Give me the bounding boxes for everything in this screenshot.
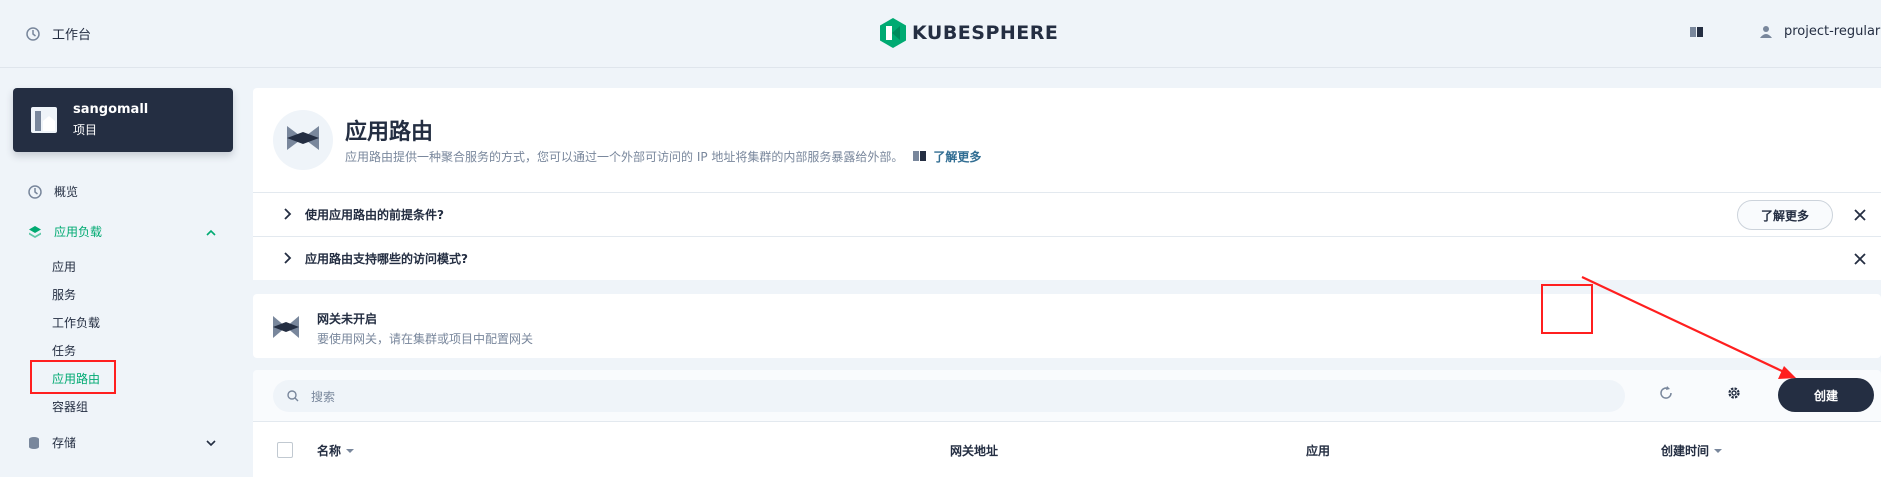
sidebar: sangomall 项目 概览 应用负载 应用 服务 工作负载 任务 应用路由 … — [0, 68, 252, 477]
column-name[interactable]: 名称 — [317, 442, 355, 459]
tip-text[interactable]: 使用应用路由的前提条件? — [305, 206, 444, 223]
sidebar-item-overview[interactable]: 概览 — [28, 183, 78, 200]
close-icon[interactable] — [1853, 208, 1867, 222]
sidebar-item-services[interactable]: 服务 — [52, 286, 76, 303]
tip-prerequisites: 使用应用路由的前提条件? 了解更多 — [253, 192, 1881, 236]
learn-more-button[interactable]: 了解更多 — [1737, 200, 1833, 230]
user-icon — [1760, 26, 1772, 38]
documentation-button[interactable] — [1690, 26, 1704, 41]
column-label: 名称 — [317, 444, 342, 458]
column-gateway-address: 网关地址 — [950, 442, 998, 459]
sidebar-item-pods[interactable]: 容器组 — [52, 398, 88, 415]
chevron-right-icon[interactable] — [283, 207, 293, 221]
page-title: 应用路由 — [345, 120, 434, 145]
learn-more-link[interactable]: 了解更多 — [913, 148, 981, 165]
create-button[interactable]: 创建 — [1778, 378, 1874, 412]
project-icon — [31, 107, 57, 133]
refresh-icon[interactable] — [1659, 386, 1673, 400]
database-icon — [29, 436, 39, 449]
close-icon[interactable] — [1853, 252, 1867, 266]
column-label: 网关地址 — [950, 444, 999, 458]
dashboard-icon — [28, 184, 42, 199]
user-menu[interactable]: project-regular — [1760, 24, 1880, 39]
column-label: 创建时间 — [1661, 444, 1710, 458]
highlight-box-create — [1541, 284, 1593, 334]
sidebar-item-jobs[interactable]: 任务 — [52, 342, 76, 359]
book-icon — [1690, 27, 1703, 37]
search-input[interactable]: 搜索 — [273, 380, 1625, 412]
gateway-notice: 网关未开启 要使用网关，请在集群或项目中配置网关 — [253, 294, 1881, 358]
search-icon — [287, 390, 299, 402]
sidebar-item-workloads[interactable]: 工作负载 — [52, 314, 100, 331]
search-placeholder: 搜索 — [311, 389, 336, 404]
select-all-checkbox[interactable] — [277, 442, 293, 458]
project-type: 项目 — [73, 123, 98, 137]
ingress-icon — [273, 110, 333, 170]
sidebar-group-label: 存储 — [52, 436, 77, 450]
chevron-up-icon[interactable] — [206, 229, 216, 237]
gear-icon[interactable] — [1727, 386, 1741, 400]
gateway-title: 网关未开启 — [317, 312, 378, 326]
sidebar-group-label: 应用负载 — [54, 225, 103, 239]
gateway-icon — [273, 316, 299, 338]
sort-down-icon — [1714, 448, 1723, 453]
kubesphere-logo-icon — [880, 18, 906, 48]
workbench-link[interactable]: 工作台 — [26, 24, 91, 43]
kubesphere-logo[interactable]: KUBESPHERE — [880, 18, 1058, 48]
highlight-box-ingress — [30, 360, 116, 394]
top-bar: 工作台 KUBESPHERE project-regular — [0, 0, 1881, 68]
page-description: 应用路由提供一种聚合服务的方式，您可以通过一个外部可访问的 IP 地址将集群的内… — [345, 148, 981, 165]
layers-icon — [29, 225, 41, 238]
username: project-regular — [1784, 24, 1881, 39]
page-banner: 应用路由 应用路由提供一种聚合服务的方式，您可以通过一个外部可访问的 IP 地址… — [253, 88, 1881, 192]
sidebar-group-storage[interactable]: 存储 — [28, 434, 76, 451]
learn-more-label: 了解更多 — [933, 150, 982, 164]
column-created-time[interactable]: 创建时间 — [1661, 442, 1723, 459]
workbench-label: 工作台 — [52, 28, 92, 43]
column-label: 应用 — [1306, 444, 1331, 458]
brand-name: KUBESPHERE — [912, 22, 1059, 44]
chevron-down-icon[interactable] — [206, 439, 216, 447]
dashboard-icon — [26, 26, 40, 41]
page-description-text: 应用路由提供一种聚合服务的方式，您可以通过一个外部可访问的 IP 地址将集群的内… — [345, 150, 904, 164]
book-icon — [913, 151, 927, 161]
chevron-right-icon[interactable] — [283, 251, 293, 265]
column-app: 应用 — [1306, 442, 1330, 459]
project-card[interactable]: sangomall 项目 — [13, 88, 233, 152]
sidebar-item-apps[interactable]: 应用 — [52, 258, 76, 275]
table-toolbar: 搜索 创建 — [253, 370, 1881, 422]
tip-access-modes: 应用路由支持哪些的访问模式? — [253, 236, 1881, 280]
gateway-description: 要使用网关，请在集群或项目中配置网关 — [317, 332, 534, 346]
project-name: sangomall — [73, 102, 149, 117]
sidebar-group-workloads[interactable]: 应用负载 — [28, 223, 102, 240]
table-header: 名称 网关地址 应用 创建时间 — [253, 422, 1881, 477]
sidebar-item-label: 概览 — [54, 185, 79, 199]
sort-down-icon — [346, 448, 355, 453]
tip-text[interactable]: 应用路由支持哪些的访问模式? — [305, 250, 468, 267]
